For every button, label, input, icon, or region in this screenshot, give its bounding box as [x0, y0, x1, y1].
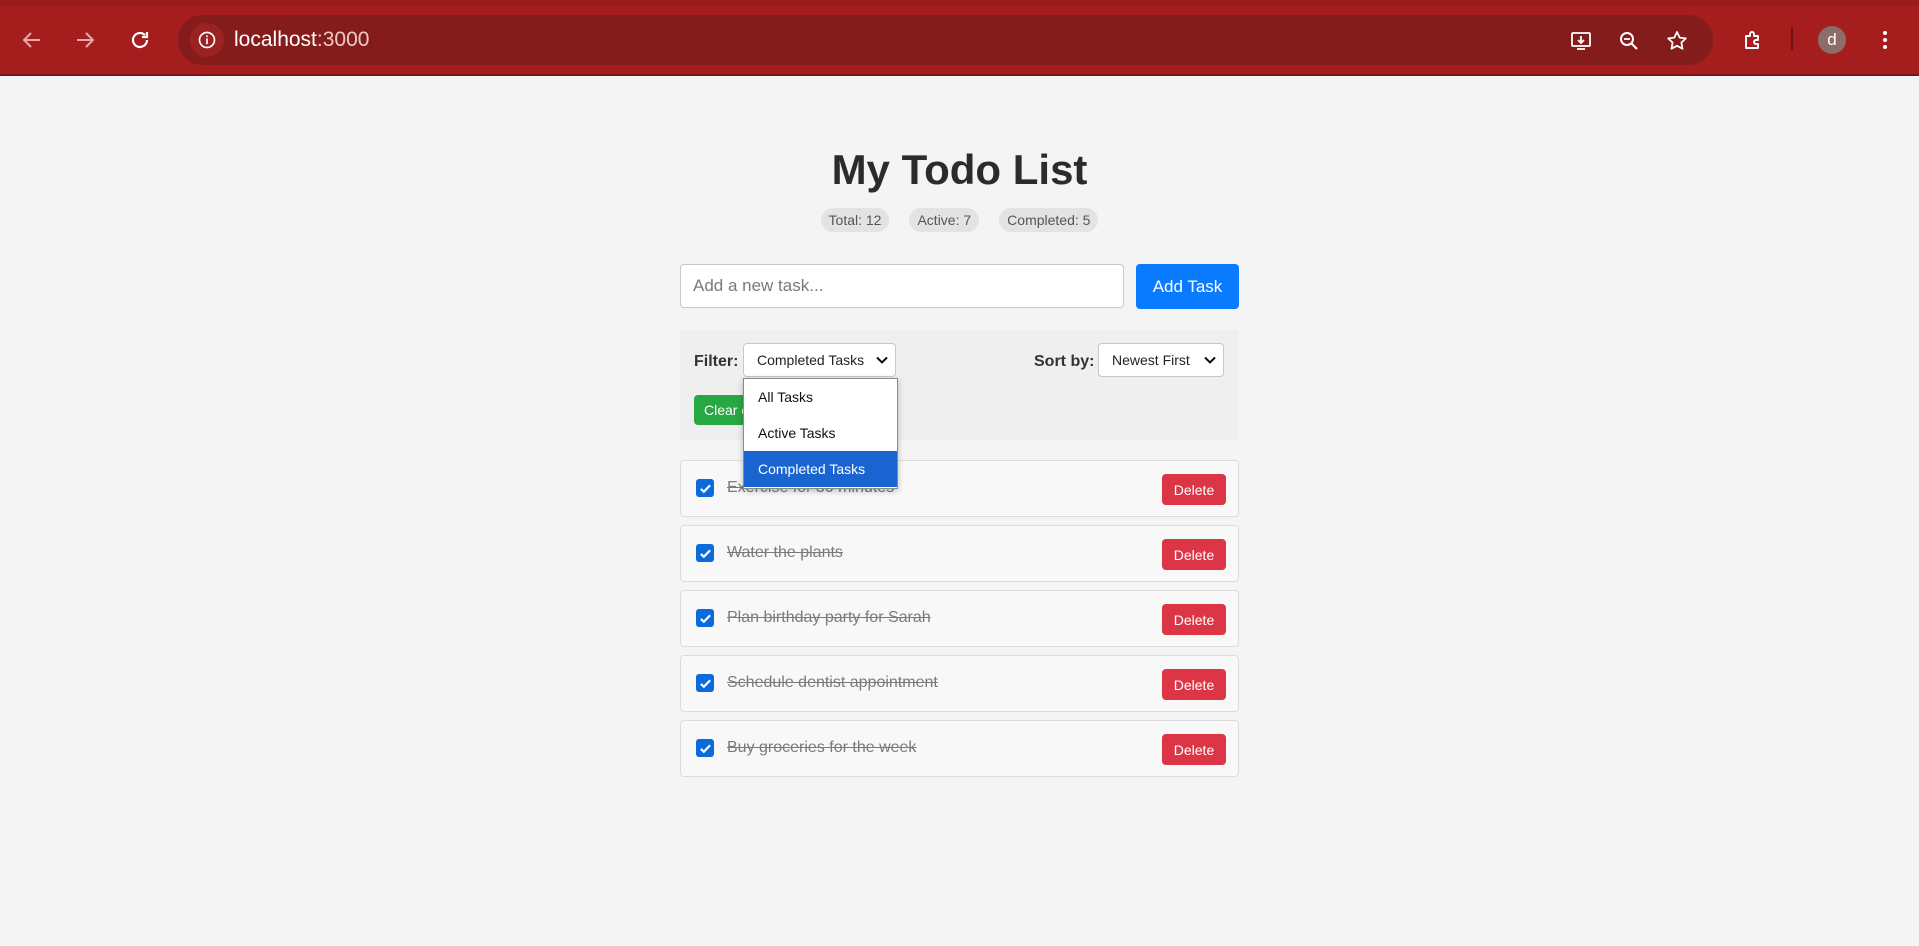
- page-title: My Todo List: [831, 146, 1088, 193]
- stats-bar: Total: 12 Active: 7 Completed: 5: [0, 208, 1919, 232]
- new-task-input[interactable]: [680, 264, 1124, 308]
- stat-completed-badge: Completed: 5: [999, 208, 1099, 232]
- site-info-button[interactable]: [190, 23, 224, 57]
- url-host: localhost: [234, 28, 317, 51]
- todo-text: Plan birthday party for Sarah: [727, 609, 931, 626]
- back-arrow-icon: [22, 32, 40, 48]
- sort-select[interactable]: Newest First: [1098, 343, 1224, 377]
- checkmark-icon: [699, 679, 711, 688]
- filter-select[interactable]: Completed Tasks: [743, 343, 896, 377]
- reload-icon: [131, 31, 149, 49]
- todo-checkbox[interactable]: [696, 609, 714, 627]
- todo-item: Schedule dentist appointment Delete: [680, 655, 1239, 712]
- forward-button[interactable]: [65, 20, 105, 60]
- filter-label: Filter:: [694, 353, 739, 370]
- bookmark-star-icon: [1667, 31, 1687, 50]
- browser-toolbar: localhost:3000 d: [0, 0, 1919, 76]
- filter-option-all[interactable]: All Tasks: [744, 379, 897, 415]
- chevron-down-icon: [876, 356, 888, 364]
- stat-active-badge: Active: 7: [909, 208, 980, 232]
- sort-label: Sort by:: [1034, 353, 1095, 370]
- address-bar[interactable]: localhost:3000: [178, 15, 1713, 65]
- checkmark-icon: [699, 744, 711, 753]
- extensions-button[interactable]: [1737, 24, 1769, 56]
- url-text[interactable]: localhost:3000: [234, 28, 369, 52]
- checkmark-icon: [699, 614, 711, 623]
- todo-item: Plan birthday party for Sarah Delete: [680, 590, 1239, 647]
- profile-avatar[interactable]: d: [1818, 26, 1846, 54]
- todo-item: Buy groceries for the week Delete: [680, 720, 1239, 777]
- sort-selected-value: Newest First: [1112, 352, 1190, 368]
- add-task-button[interactable]: Add Task: [1136, 264, 1239, 309]
- delete-button[interactable]: Delete: [1162, 734, 1226, 765]
- toolbar-border: [0, 74, 1919, 76]
- extensions-icon: [1745, 31, 1759, 49]
- stat-total-badge: Total: 12: [820, 208, 890, 232]
- todo-text: Buy groceries for the week: [727, 739, 917, 756]
- add-task-form: Add Task: [680, 264, 1239, 309]
- todo-item: Water the plants Delete: [680, 525, 1239, 582]
- bookmark-button[interactable]: [1663, 27, 1691, 55]
- back-button[interactable]: [12, 20, 52, 60]
- delete-button[interactable]: Delete: [1162, 604, 1226, 635]
- todo-list: Exercise for 30 minutes Delete Water the…: [680, 460, 1239, 785]
- todo-text: Schedule dentist appointment: [727, 674, 938, 691]
- filter-selected-value: Completed Tasks: [757, 352, 865, 368]
- checkmark-icon: [699, 484, 711, 493]
- checkmark-icon: [699, 549, 711, 558]
- zoom-button[interactable]: [1615, 27, 1643, 55]
- menu-dots-icon: [1883, 31, 1887, 49]
- reload-button[interactable]: [120, 20, 160, 60]
- todo-checkbox[interactable]: [696, 739, 714, 757]
- todo-checkbox[interactable]: [696, 479, 714, 497]
- delete-button[interactable]: Delete: [1162, 474, 1226, 505]
- filter-option-active[interactable]: Active Tasks: [744, 415, 897, 451]
- delete-button[interactable]: Delete: [1162, 539, 1226, 570]
- install-app-button[interactable]: [1567, 27, 1595, 55]
- forward-arrow-icon: [77, 32, 95, 48]
- site-info-icon: [198, 31, 216, 49]
- zoom-icon: [1620, 32, 1638, 50]
- todo-checkbox[interactable]: [696, 544, 714, 562]
- tab-strip: [0, 0, 1919, 6]
- todo-checkbox[interactable]: [696, 674, 714, 692]
- browser-menu-button[interactable]: [1869, 24, 1901, 56]
- delete-button[interactable]: Delete: [1162, 669, 1226, 700]
- chevron-down-icon: [1204, 356, 1216, 364]
- toolbar-divider: [1791, 28, 1793, 50]
- install-app-icon: [1571, 32, 1591, 50]
- url-port: :3000: [316, 28, 370, 51]
- todo-text: Water the plants: [727, 544, 843, 561]
- filter-option-completed[interactable]: Completed Tasks: [744, 451, 897, 487]
- filter-dropdown-list: All Tasks Active Tasks Completed Tasks: [743, 378, 898, 489]
